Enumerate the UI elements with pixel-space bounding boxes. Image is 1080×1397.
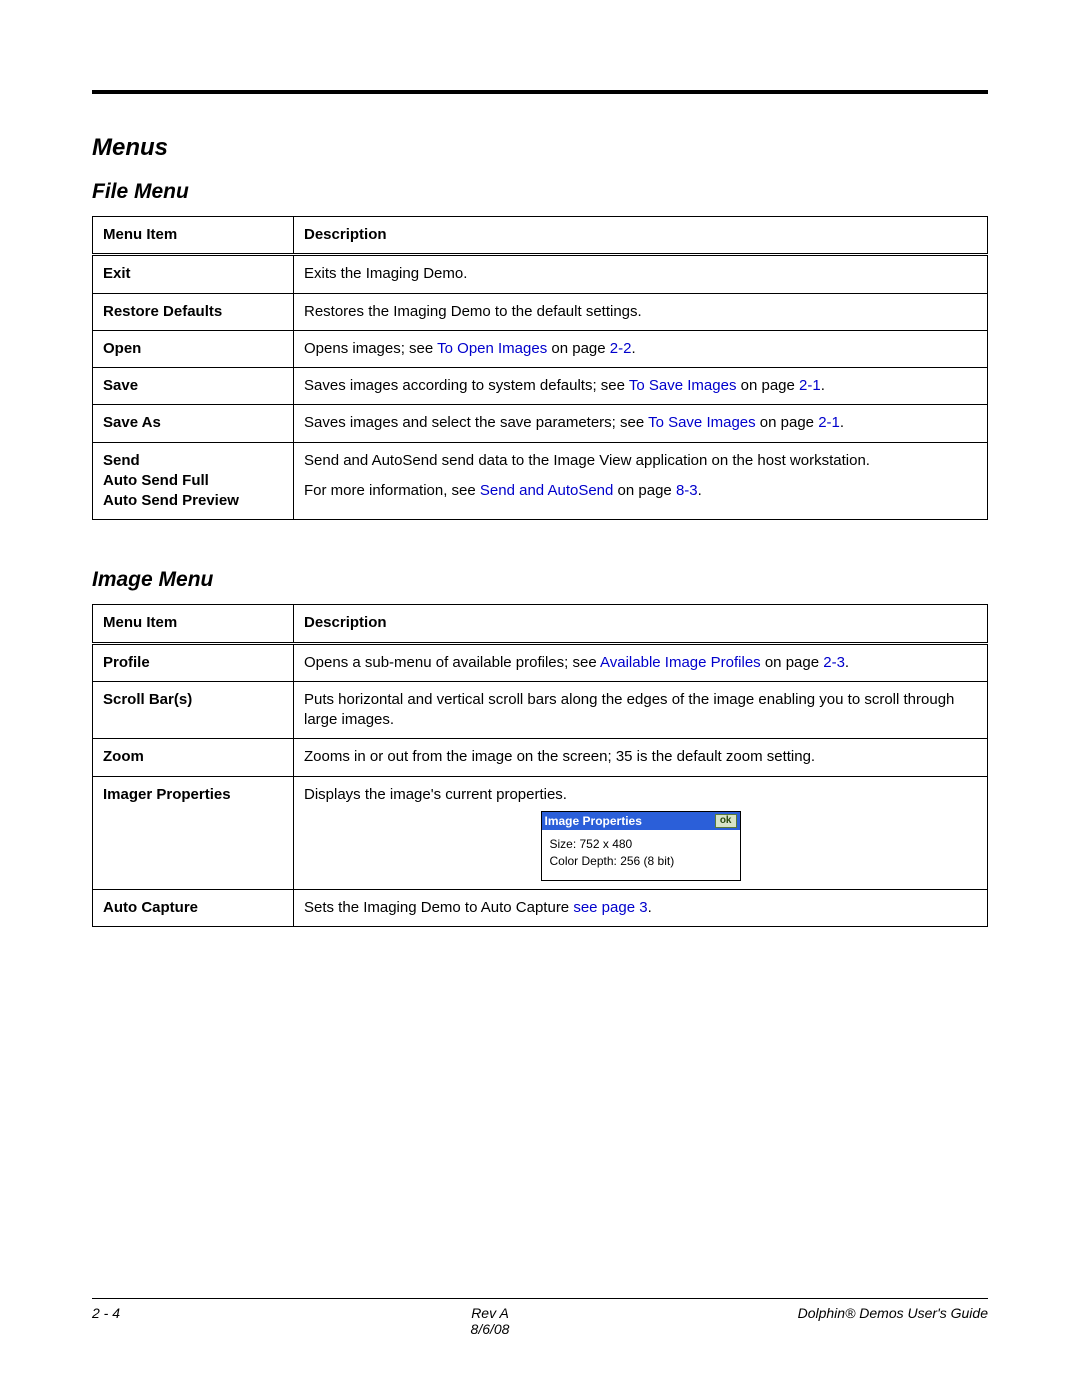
image-properties-dialog: Image Properties ok Size: 752 x 480 Colo… bbox=[541, 811, 741, 881]
text: . bbox=[698, 482, 702, 499]
dialog-title: Image Properties bbox=[545, 813, 642, 829]
col-menu-item: Menu Item bbox=[93, 605, 294, 643]
text: on page bbox=[761, 654, 824, 671]
text: . bbox=[840, 414, 844, 431]
menu-item: Profile bbox=[93, 643, 294, 681]
menu-item-line: Auto Send Preview bbox=[103, 492, 239, 509]
menu-item: Save As bbox=[93, 405, 294, 442]
menu-item: Exit bbox=[93, 255, 294, 293]
dialog-titlebar: Image Properties ok bbox=[542, 812, 740, 830]
text: on page bbox=[547, 340, 610, 357]
text: on page bbox=[736, 377, 799, 394]
menu-item: Zoom bbox=[93, 739, 294, 776]
image-menu-table: Menu Item Description Profile Opens a su… bbox=[92, 604, 988, 927]
footer-guide: Dolphin® Demos User's Guide bbox=[738, 1305, 988, 1337]
table-row: Profile Opens a sub-menu of available pr… bbox=[93, 643, 988, 681]
menu-item: Scroll Bar(s) bbox=[93, 681, 294, 739]
menu-item: Open bbox=[93, 330, 294, 367]
dialog-size: Size: 752 x 480 bbox=[550, 836, 732, 853]
text: . bbox=[648, 899, 652, 916]
footer-page: 2 - 4 bbox=[92, 1305, 242, 1337]
table-row: Zoom Zooms in or out from the image on t… bbox=[93, 739, 988, 776]
text: Send and AutoSend send data to the Image… bbox=[304, 451, 977, 471]
text: . bbox=[821, 377, 825, 394]
menu-desc: Sets the Imaging Demo to Auto Capture se… bbox=[294, 889, 988, 926]
text: Opens images; see bbox=[304, 340, 437, 357]
text: Opens a sub-menu of available profiles; … bbox=[304, 654, 600, 671]
page-ref[interactable]: 2-1 bbox=[799, 377, 821, 394]
menu-item: Restore Defaults bbox=[93, 293, 294, 330]
menu-desc: Saves images according to system default… bbox=[294, 368, 988, 405]
col-menu-item: Menu Item bbox=[93, 217, 294, 255]
text: Saves images according to system default… bbox=[304, 377, 629, 394]
text: Sets the Imaging Demo to Auto Capture bbox=[304, 899, 573, 916]
col-description: Description bbox=[294, 217, 988, 255]
menu-desc: Restores the Imaging Demo to the default… bbox=[294, 293, 988, 330]
menu-item: Send Auto Send Full Auto Send Preview bbox=[93, 442, 294, 520]
dialog-color-depth: Color Depth: 256 (8 bit) bbox=[550, 853, 732, 870]
menu-item: Imager Properties bbox=[93, 776, 294, 889]
top-rule bbox=[92, 90, 988, 94]
xref-link[interactable]: Available Image Profiles bbox=[600, 654, 761, 671]
menu-desc: Saves images and select the save paramet… bbox=[294, 405, 988, 442]
col-description: Description bbox=[294, 605, 988, 643]
xref-link[interactable]: To Save Images bbox=[648, 414, 756, 431]
footer-date: 8/6/08 bbox=[242, 1321, 738, 1337]
table-row: Exit Exits the Imaging Demo. bbox=[93, 255, 988, 293]
text: on page bbox=[613, 482, 676, 499]
xref-link[interactable]: To Open Images bbox=[437, 340, 547, 357]
menu-item: Save bbox=[93, 368, 294, 405]
menu-desc: Send and AutoSend send data to the Image… bbox=[294, 442, 988, 520]
page-ref[interactable]: 2-2 bbox=[610, 340, 632, 357]
menu-item-line: Send bbox=[103, 452, 140, 469]
text: on page bbox=[756, 414, 819, 431]
menu-desc: Exits the Imaging Demo. bbox=[294, 255, 988, 293]
menu-desc: Displays the image's current properties.… bbox=[294, 776, 988, 889]
table-row: Scroll Bar(s) Puts horizontal and vertic… bbox=[93, 681, 988, 739]
text: Saves images and select the save paramet… bbox=[304, 414, 648, 431]
image-menu-heading: Image Menu bbox=[92, 568, 988, 592]
menu-item-line: Auto Send Full bbox=[103, 472, 209, 489]
menu-item: Auto Capture bbox=[93, 889, 294, 926]
table-row: Send Auto Send Full Auto Send Preview Se… bbox=[93, 442, 988, 520]
page-footer: 2 - 4 Rev A 8/6/08 Dolphin® Demos User's… bbox=[92, 1298, 988, 1337]
file-menu-heading: File Menu bbox=[92, 180, 988, 204]
dialog-body: Size: 752 x 480 Color Depth: 256 (8 bit) bbox=[542, 830, 740, 880]
file-menu-table: Menu Item Description Exit Exits the Ima… bbox=[92, 216, 988, 520]
footer-rev: Rev A bbox=[242, 1305, 738, 1321]
menu-desc: Opens images; see To Open Images on page… bbox=[294, 330, 988, 367]
text: For more information, see bbox=[304, 482, 480, 499]
text: . bbox=[631, 340, 635, 357]
page-ref[interactable]: 2-3 bbox=[823, 654, 845, 671]
table-row: Restore Defaults Restores the Imaging De… bbox=[93, 293, 988, 330]
page-ref[interactable]: 8-3 bbox=[676, 482, 698, 499]
menu-desc: Puts horizontal and vertical scroll bars… bbox=[294, 681, 988, 739]
section-heading: Menus bbox=[92, 134, 988, 162]
table-row: Save As Saves images and select the save… bbox=[93, 405, 988, 442]
menu-desc: Zooms in or out from the image on the sc… bbox=[294, 739, 988, 776]
menu-desc: Opens a sub-menu of available profiles; … bbox=[294, 643, 988, 681]
text: . bbox=[845, 654, 849, 671]
ok-button[interactable]: ok bbox=[715, 814, 737, 828]
table-row: Auto Capture Sets the Imaging Demo to Au… bbox=[93, 889, 988, 926]
table-row: Imager Properties Displays the image's c… bbox=[93, 776, 988, 889]
page-ref[interactable]: 3 bbox=[639, 899, 647, 916]
table-row: Open Opens images; see To Open Images on… bbox=[93, 330, 988, 367]
text: Displays the image's current properties. bbox=[304, 785, 977, 805]
xref-link[interactable]: Send and AutoSend bbox=[480, 482, 613, 499]
xref-link[interactable]: see page bbox=[573, 899, 639, 916]
xref-link[interactable]: To Save Images bbox=[629, 377, 737, 394]
table-row: Save Saves images according to system de… bbox=[93, 368, 988, 405]
page-ref[interactable]: 2-1 bbox=[818, 414, 840, 431]
